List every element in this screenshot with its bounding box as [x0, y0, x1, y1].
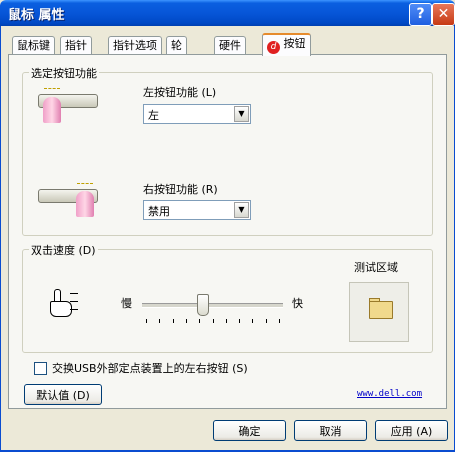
window-title: 鼠标 属性: [8, 8, 65, 23]
slow-label: 慢: [121, 297, 132, 310]
help-button[interactable]: ?: [409, 3, 432, 26]
tab-wheel[interactable]: 轮: [166, 36, 187, 55]
chevron-down-icon[interactable]: ▼: [234, 202, 249, 218]
dell-icon: d: [267, 41, 280, 54]
tab-pointers[interactable]: 指针: [60, 36, 92, 55]
ok-button[interactable]: 确定: [213, 420, 286, 441]
close-icon: ✕: [437, 6, 450, 22]
slider-tick: [173, 319, 174, 323]
tab-pointer-options[interactable]: 指针选项: [108, 36, 162, 55]
slider-tick: [226, 319, 227, 323]
title-bar[interactable]: 鼠标 属性 ? ✕: [0, 0, 455, 26]
left-button-label: 左按钮功能 (L): [143, 86, 217, 99]
double-click-group-title: 双击速度 (D): [29, 242, 98, 258]
tab-label: 指针: [65, 39, 87, 52]
test-area-label: 测试区域: [354, 261, 398, 274]
right-button-select[interactable]: 禁用 ▼: [143, 200, 251, 220]
fast-label: 快: [292, 297, 303, 310]
slider-tick: [239, 319, 240, 323]
double-click-speed-slider[interactable]: [142, 303, 283, 308]
close-button[interactable]: ✕: [432, 3, 455, 26]
left-button-select[interactable]: 左 ▼: [143, 104, 251, 124]
slider-tick: [279, 319, 280, 323]
slider-tick: [159, 319, 160, 323]
slider-tick: [252, 319, 253, 323]
tab-label: 按钮: [283, 37, 306, 50]
tab-label: 鼠标键: [17, 39, 50, 52]
left-button-value: 左: [148, 109, 159, 122]
swap-buttons-checkbox[interactable]: [34, 362, 47, 375]
slider-tick: [199, 319, 200, 323]
button-function-group-title: 选定按钮功能: [29, 65, 99, 81]
defaults-button[interactable]: 默认值 (D): [24, 384, 102, 405]
slider-thumb[interactable]: [197, 294, 209, 316]
right-button-value: 禁用: [148, 205, 170, 218]
cancel-button[interactable]: 取消: [294, 420, 367, 441]
help-icon: ?: [416, 6, 425, 22]
swap-buttons-label[interactable]: 交换USB外部定点装置上的左右按钮 (S): [52, 360, 248, 376]
slider-tick: [186, 319, 187, 323]
tab-label: 轮: [171, 39, 182, 52]
slider-tick: [266, 319, 267, 323]
tab-mouse-buttons[interactable]: 鼠标键: [12, 36, 55, 55]
tab-hardware[interactable]: 硬件: [214, 36, 246, 55]
tab-buttons[interactable]: d 按钮: [262, 33, 311, 56]
tab-label: 硬件: [219, 39, 241, 52]
right-button-label: 右按钮功能 (R): [143, 183, 218, 196]
tab-label: 指针选项: [113, 39, 157, 52]
chevron-down-icon[interactable]: ▼: [234, 106, 249, 122]
dell-link[interactable]: www.dell.com: [357, 389, 422, 399]
slider-tick: [146, 319, 147, 323]
slider-tick: [213, 319, 214, 323]
apply-button[interactable]: 应用 (A): [375, 420, 448, 441]
hand-pointer-icon: [48, 289, 78, 317]
